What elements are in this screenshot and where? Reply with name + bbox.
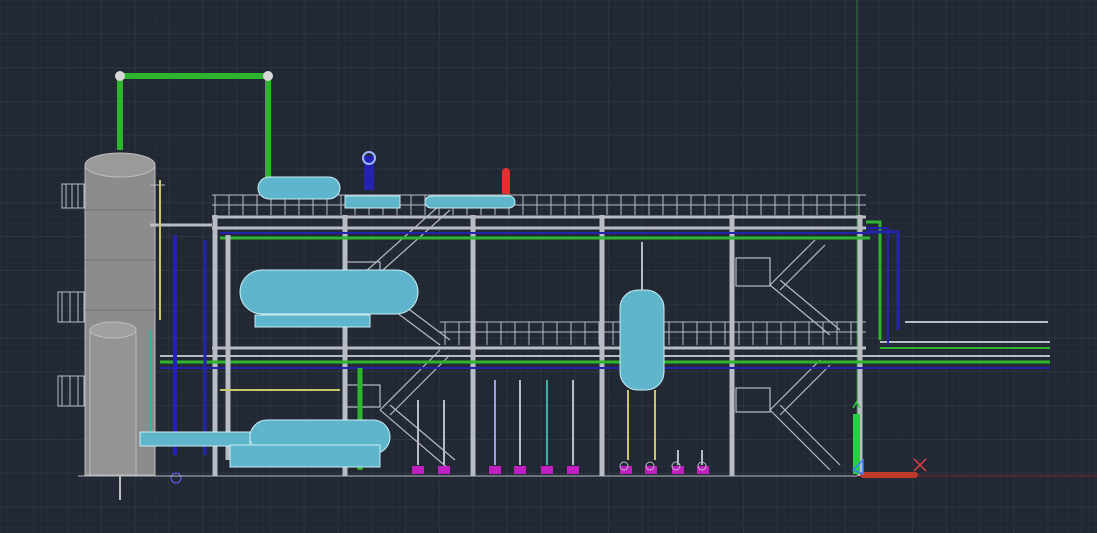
pipe-elbow bbox=[263, 71, 273, 81]
secondary-column[interactable] bbox=[89, 321, 137, 476]
model-space-viewport[interactable] bbox=[0, 0, 1097, 533]
drafting-grid bbox=[0, 0, 1097, 533]
pump-suction-lines bbox=[417, 380, 703, 465]
small-top-drum[interactable] bbox=[424, 195, 516, 209]
pipe-elbow bbox=[115, 71, 125, 81]
horizontal-vessel-mid[interactable] bbox=[239, 269, 419, 328]
relief-valve-blue[interactable] bbox=[362, 151, 376, 190]
relief-valve-red[interactable] bbox=[502, 168, 510, 194]
cad-drawing-canvas[interactable] bbox=[0, 0, 1097, 533]
